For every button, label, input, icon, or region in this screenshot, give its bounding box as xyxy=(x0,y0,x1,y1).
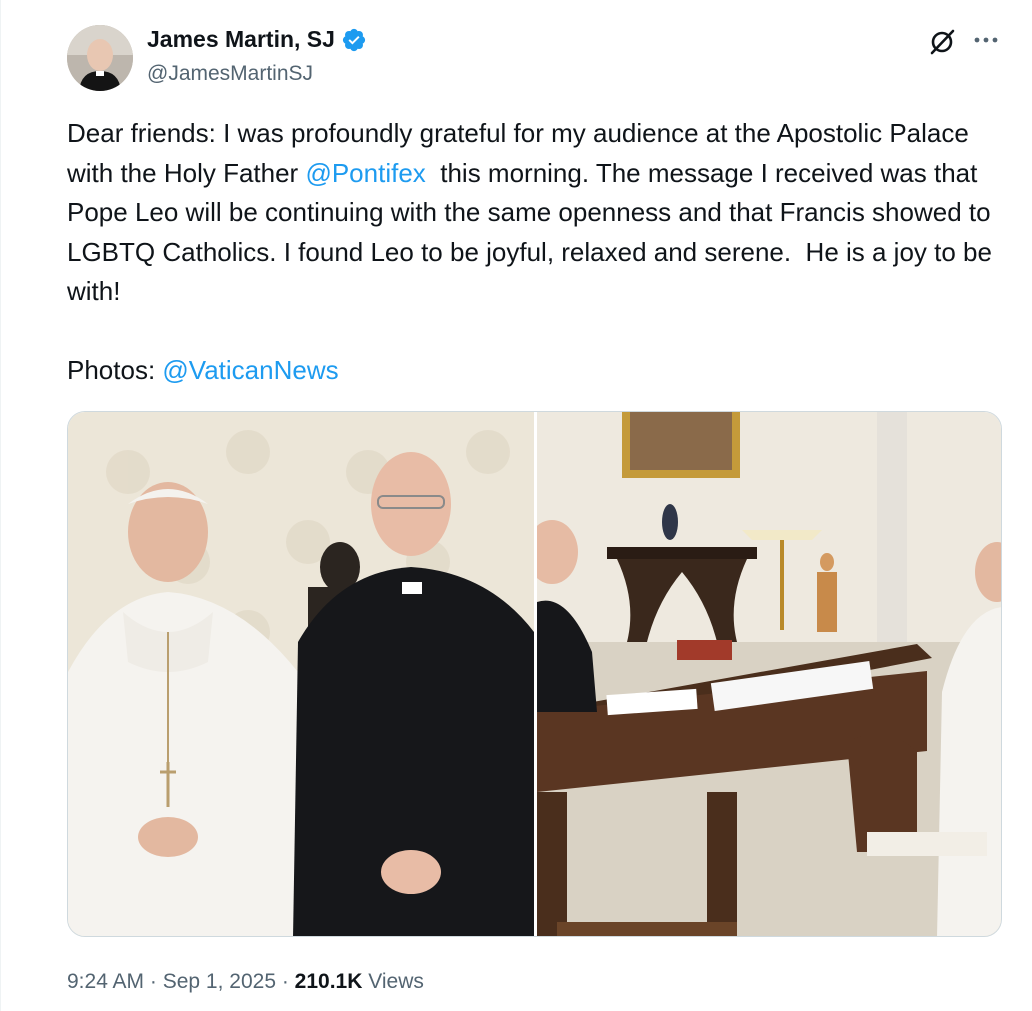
photos-credit-label: Photos: xyxy=(67,355,163,385)
meta-separator: · xyxy=(144,970,163,993)
mention-link-pontifex[interactable]: @Pontifex xyxy=(305,158,425,188)
tweet-date[interactable]: Sep 1, 2025 xyxy=(163,970,276,994)
tweet-time[interactable]: 9:24 AM xyxy=(67,970,144,994)
meta-separator: · xyxy=(276,970,295,993)
photo-grid xyxy=(67,411,1002,937)
author-handle[interactable]: @JamesMartinSJ xyxy=(147,62,313,86)
views-label: Views xyxy=(362,970,424,993)
avatar[interactable] xyxy=(67,25,133,91)
more-icon[interactable] xyxy=(971,28,1001,52)
photo-pope-and-priest[interactable] xyxy=(68,412,534,936)
tweet-card: James Martin, SJ @JamesMartinSJ Dear fri… xyxy=(0,0,1032,1011)
views-count[interactable]: 210.1K xyxy=(295,970,363,994)
author-row: James Martin, SJ xyxy=(147,26,367,53)
photo-audience-desk[interactable] xyxy=(536,412,1001,936)
mention-link-vaticannews[interactable]: @VaticanNews xyxy=(162,355,338,385)
grok-icon[interactable] xyxy=(927,27,957,57)
author-name[interactable]: James Martin, SJ xyxy=(147,26,335,53)
tweet-meta: 9:24 AM · Sep 1, 2025 · 210.1K Views xyxy=(67,970,424,994)
verified-badge-icon[interactable] xyxy=(341,27,367,53)
tweet-text: Dear friends: I was profoundly grateful … xyxy=(67,114,1007,391)
